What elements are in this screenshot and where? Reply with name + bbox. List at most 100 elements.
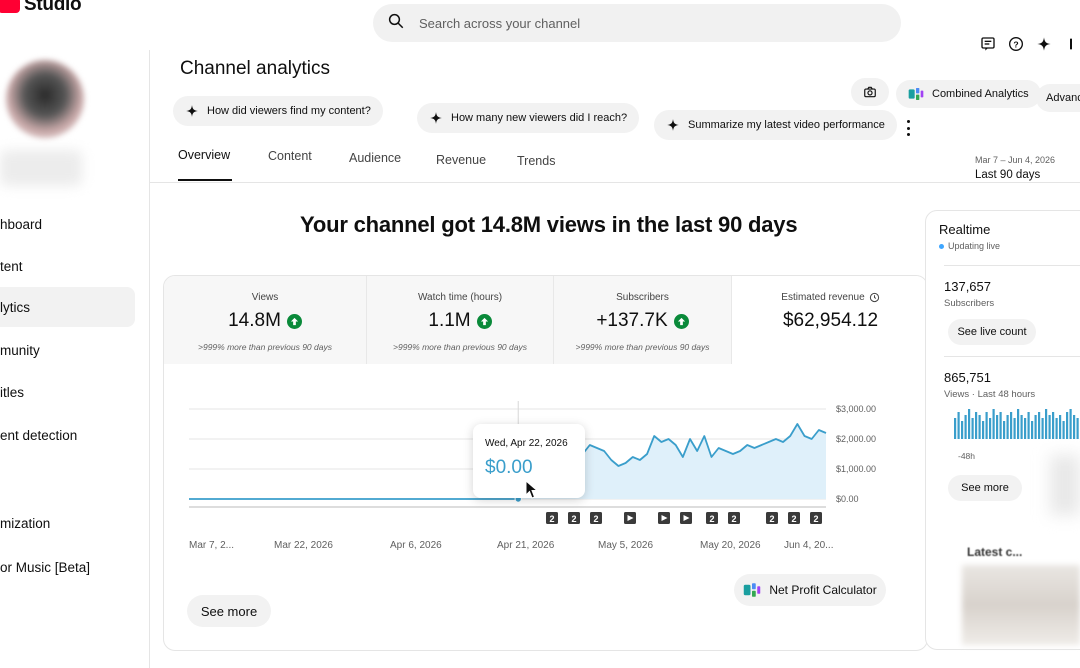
realtime-bar [975, 412, 978, 439]
screenshot-button[interactable] [851, 78, 889, 106]
see-live-count-button[interactable]: See live count [948, 319, 1036, 345]
svg-text:2: 2 [731, 514, 736, 524]
sparkle-icon [186, 105, 198, 117]
y-tick-label: $3,000.00 [836, 404, 876, 414]
search-icon[interactable] [387, 12, 405, 35]
metric-value-text: 1.1M [428, 310, 471, 331]
live-dot-icon [939, 243, 944, 249]
x-tick-label: Mar 7, 2... [189, 540, 234, 551]
suggestion-chip-new-viewers[interactable]: How many new viewers did I reach? [417, 103, 640, 133]
metric-label: Subscribers [616, 292, 669, 303]
see-more-button[interactable]: See more [187, 595, 271, 627]
realtime-bar [1041, 418, 1044, 439]
more-options-icon[interactable] [903, 120, 913, 136]
short-upload-marker[interactable]: 2 [810, 512, 822, 524]
short-upload-marker[interactable]: 2 [590, 512, 602, 524]
feedback-icon[interactable] [980, 36, 996, 52]
metric-comparison: >999% more than previous 90 days [575, 342, 710, 352]
short-upload-marker[interactable]: 2 [728, 512, 740, 524]
short-upload-marker[interactable]: 2 [706, 512, 718, 524]
combined-analytics-button[interactable]: Combined Analytics [896, 80, 1041, 108]
realtime-see-more-button[interactable]: See more [948, 475, 1022, 501]
realtime-subscribers-value: 137,657 [944, 279, 991, 294]
search-input[interactable] [419, 15, 819, 31]
sidebar-item-music[interactable]: or Music [Beta] [0, 547, 135, 587]
realtime-status-text: Updating live [948, 241, 1001, 251]
sidebar-item-analytics[interactable]: lytics [0, 287, 135, 327]
realtime-bar [1024, 418, 1027, 439]
short-upload-marker[interactable]: 2 [568, 512, 580, 524]
sidebar-item-content-detection[interactable]: ent detection [0, 415, 135, 455]
advanced-mode-button[interactable]: Advanc [1036, 84, 1080, 112]
sidebar-item-subtitles[interactable]: itles [0, 372, 135, 412]
suggestion-label: How did viewers find my content? [207, 105, 371, 117]
combined-analytics-label: Combined Analytics [932, 88, 1029, 100]
channel-name-blurred [0, 150, 82, 186]
realtime-views-label: Views · Last 48 hours [944, 389, 1036, 400]
realtime-bar [1062, 421, 1065, 439]
logo-text: Studio [24, 0, 82, 15]
short-upload-marker[interactable]: 2 [546, 512, 558, 524]
metric-value-text: $62,954.12 [782, 310, 879, 331]
metric-value: $62,954.12 [732, 310, 927, 332]
svg-text:?: ? [1013, 39, 1018, 49]
tab-overview[interactable]: Overview [178, 148, 230, 162]
realtime-bar [954, 418, 957, 439]
tab-content[interactable]: Content [268, 149, 312, 163]
metric-watch-time[interactable]: Watch time (hours) 1.1M >999% more than … [367, 276, 554, 364]
realtime-bar [1045, 409, 1048, 439]
metric-value-text: 14.8M [228, 310, 281, 331]
realtime-bar [957, 412, 960, 439]
create-icon[interactable] [1064, 36, 1080, 52]
sidebar-item-dashboard[interactable]: hboard [0, 204, 135, 244]
video-upload-marker[interactable] [680, 512, 692, 524]
metric-subscribers[interactable]: Subscribers +137.7K >999% more than prev… [554, 276, 732, 364]
suggestion-chip-summarize[interactable]: Summarize my latest video performance [654, 110, 897, 140]
realtime-bar [999, 412, 1002, 439]
realtime-title: Realtime [939, 222, 991, 237]
realtime-bar [1003, 421, 1006, 439]
realtime-bar [1073, 415, 1076, 439]
net-profit-label: Net Profit Calculator [769, 583, 877, 597]
metric-label: Views [251, 292, 279, 303]
short-upload-marker[interactable]: 2 [788, 512, 800, 524]
studio-logo[interactable]: Studio [0, 0, 82, 16]
realtime-bar [1034, 415, 1037, 439]
help-icon[interactable]: ? [1008, 36, 1024, 52]
metric-comparison: >999% more than previous 90 days [393, 342, 527, 352]
tooltip-value: $0.00 [485, 457, 533, 478]
tab-audience[interactable]: Audience [349, 151, 401, 165]
realtime-bar [1013, 418, 1016, 439]
net-profit-calculator-button[interactable]: Net Profit Calculator [734, 574, 886, 606]
trend-up-icon [673, 313, 689, 329]
tooltip-date: Wed, Apr 22, 2026 [485, 438, 568, 449]
tab-trends[interactable]: Trends [517, 154, 555, 168]
advanced-mode-label: Advanc [1046, 92, 1080, 104]
date-range-picker[interactable]: Mar 7 – Jun 4, 2026 Last 90 days [975, 155, 1055, 181]
latest-content-thumbnail[interactable] [962, 565, 1080, 645]
metric-views[interactable]: Views 14.8M >999% more than previous 90 … [164, 276, 367, 364]
search-bar[interactable] [373, 4, 901, 42]
channel-avatar[interactable] [6, 60, 84, 138]
mouse-cursor-icon [525, 480, 539, 499]
realtime-bar [982, 421, 985, 439]
sparkle-icon[interactable] [1036, 36, 1052, 52]
realtime-subscribers-label: Subscribers [944, 298, 995, 309]
short-upload-marker[interactable]: 2 [766, 512, 778, 524]
video-upload-marker[interactable] [624, 512, 636, 524]
sidebar-item-customization[interactable]: mization [0, 503, 135, 543]
realtime-bar [961, 421, 964, 439]
x-tick-label: May 20, 2026 [700, 540, 761, 551]
video-upload-marker[interactable] [658, 512, 670, 524]
suggestion-label: Summarize my latest video performance [688, 119, 885, 131]
x-tick-label: Mar 22, 2026 [274, 540, 333, 551]
svg-text:2: 2 [813, 514, 818, 524]
sidebar-item-community[interactable]: munity [0, 330, 135, 370]
realtime-bar [989, 418, 992, 439]
realtime-views-bars[interactable] [954, 409, 1080, 445]
tab-revenue[interactable]: Revenue [436, 153, 486, 167]
metric-estimated-revenue[interactable]: Estimated revenue $62,954.12 [732, 276, 927, 364]
metric-comparison: >999% more than previous 90 days [198, 342, 332, 352]
sidebar-item-content[interactable]: tent [0, 246, 135, 286]
suggestion-chip-viewers-find[interactable]: How did viewers find my content? [173, 96, 383, 126]
